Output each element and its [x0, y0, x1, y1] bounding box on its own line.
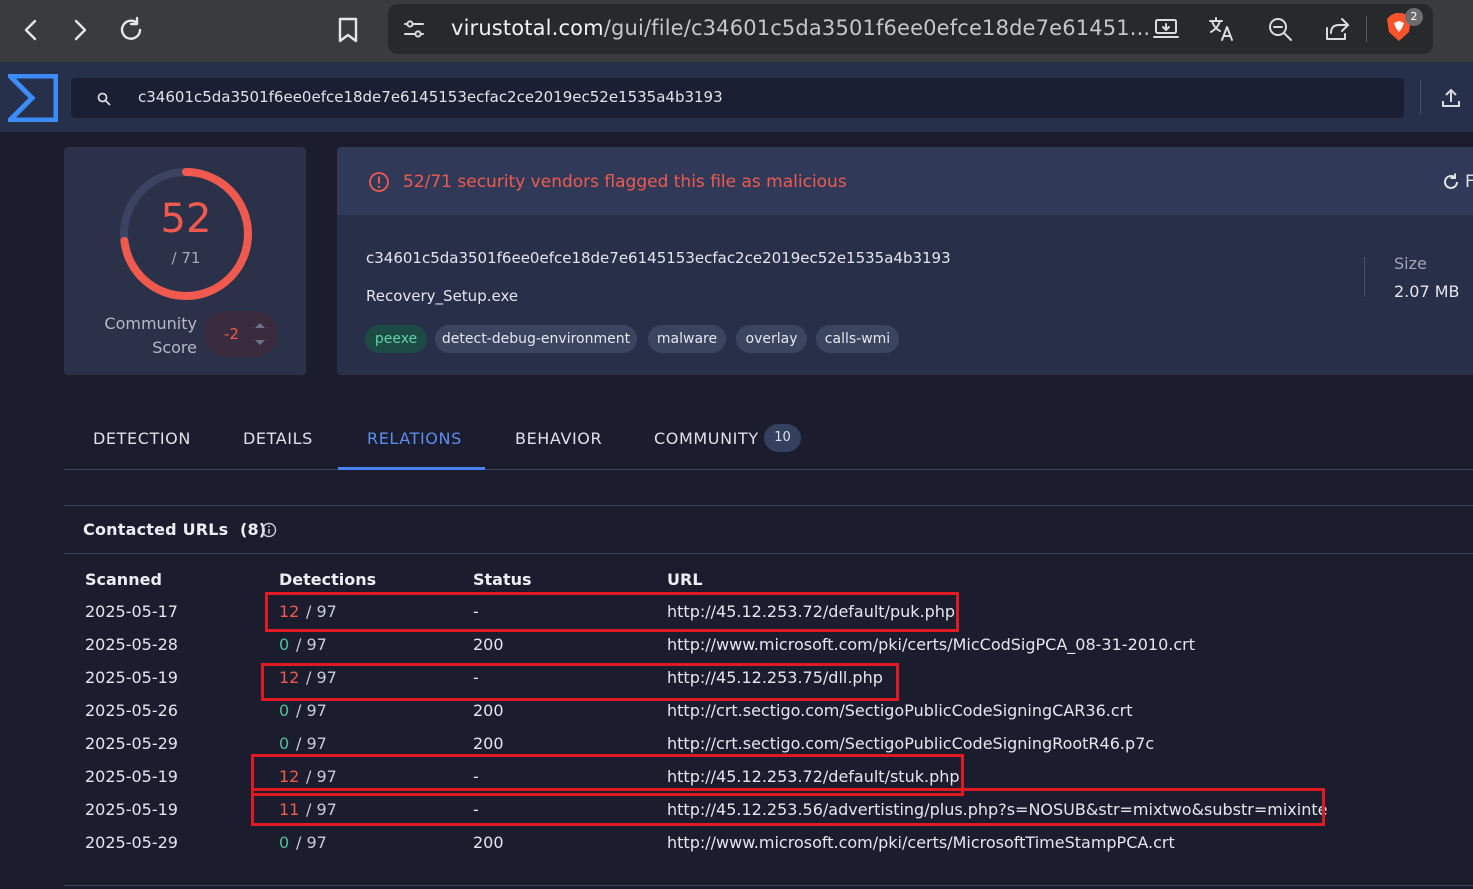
header-divider [1420, 80, 1421, 114]
address-divider [1366, 16, 1367, 42]
panel-bottom-divider [64, 885, 1473, 886]
cast-icon[interactable] [1152, 15, 1180, 43]
contacted-urls-title: Contacted URLs (8) [83, 520, 267, 539]
file-size-value: 2.07 MB [1394, 282, 1460, 301]
tab-relations[interactable]: RELATIONS [367, 429, 462, 448]
tab-community[interactable]: COMMUNITY [654, 429, 759, 448]
scanned-date: 2025-05-19 [85, 668, 178, 687]
community-count-badge: 10 [764, 424, 801, 452]
back-button[interactable] [11, 10, 51, 50]
file-hash: c34601c5da3501f6ee0efce18de7e6145153ecfa… [366, 249, 951, 267]
forward-button[interactable] [60, 10, 100, 50]
back-arrow-icon [24, 19, 37, 41]
tag-calls-wmi[interactable]: calls-wmi [816, 325, 899, 353]
reload-button[interactable] [111, 10, 151, 50]
tab-detection[interactable]: DETECTION [93, 429, 191, 448]
detection-total: / 71 [171, 249, 201, 267]
annotation-highlight [251, 788, 1325, 826]
tag-detect-debug-environment[interactable]: detect-debug-environment [435, 325, 637, 353]
search-input[interactable]: c34601c5da3501f6ee0efce18de7e6145153ecfa… [71, 78, 1404, 118]
detection-total: / 97 [296, 734, 327, 753]
translate-icon[interactable] [1208, 15, 1236, 43]
virustotal-logo-icon[interactable] [8, 74, 58, 122]
annotation-highlight [261, 663, 899, 701]
file-size-label: Size [1394, 254, 1427, 273]
vote-arrows-icon[interactable] [252, 318, 268, 350]
url-link[interactable]: http://crt.sectigo.com/SectigoPublicCode… [667, 701, 1133, 720]
info-icon[interactable] [261, 522, 277, 538]
alert-circle-icon [369, 172, 389, 192]
tabs-divider [64, 469, 1473, 470]
scanned-date: 2025-05-17 [85, 602, 178, 621]
url-link[interactable]: http://www.microsoft.com/pki/certs/Micro… [667, 833, 1175, 852]
site-settings-icon[interactable] [400, 15, 428, 43]
scanned-date: 2025-05-19 [85, 767, 178, 786]
malicious-alert-text: 52/71 security vendors flagged this file… [403, 172, 847, 192]
file-name: Recovery_Setup.exe [366, 287, 519, 305]
tag-peexe[interactable]: peexe [365, 325, 427, 353]
scanned-date: 2025-05-29 [85, 833, 178, 852]
scanned-date: 2025-05-28 [85, 635, 178, 654]
detection-total: / 97 [296, 833, 327, 852]
reload-icon [120, 16, 142, 40]
tab-details[interactable]: DETAILS [243, 429, 313, 448]
detection-count: 52 [160, 196, 212, 242]
bookmark-icon [338, 17, 358, 43]
brave-badge: 2 [1405, 8, 1423, 26]
status-code: 200 [473, 734, 504, 753]
scanned-date: 2025-05-19 [85, 800, 178, 819]
status-code: 200 [473, 635, 504, 654]
detection-count: 0 [279, 833, 290, 852]
reanalyze-icon[interactable] [1441, 172, 1461, 192]
detection-count: 0 [279, 734, 290, 753]
community-score-label: Community Score [104, 314, 197, 357]
upload-icon[interactable] [1440, 87, 1462, 109]
detection-total: / 97 [296, 635, 327, 654]
detection-count: 0 [279, 701, 290, 720]
reanalyze-label[interactable]: F [1465, 172, 1473, 192]
tab-behavior[interactable]: BEHAVIOR [515, 429, 602, 448]
column-header-status: Status [473, 570, 532, 589]
column-header-detections: Detections [279, 570, 377, 589]
column-header-url: URL [667, 570, 703, 589]
scanned-date: 2025-05-29 [85, 734, 178, 753]
panel-divider [64, 505, 1473, 506]
column-header-scanned: Scanned [85, 570, 162, 589]
share-icon[interactable] [1323, 15, 1351, 43]
forward-arrow-icon [74, 19, 87, 41]
address-bar[interactable]: virustotal.com/gui/file/c34601c5da3501f6… [388, 4, 1433, 54]
tag-overlay[interactable]: overlay [736, 325, 807, 353]
community-score-value: -2 [224, 325, 239, 343]
detection-total: / 97 [296, 701, 327, 720]
scanned-date: 2025-05-26 [85, 701, 178, 720]
url-link[interactable]: http://crt.sectigo.com/SectigoPublicCode… [667, 734, 1154, 753]
status-code: 200 [473, 833, 504, 852]
size-divider [1364, 257, 1365, 297]
address-url: virustotal.com/gui/file/c34601c5da3501f6… [451, 16, 1151, 40]
active-tab-indicator [338, 467, 485, 470]
annotation-highlight [265, 592, 959, 632]
zoom-icon[interactable] [1266, 15, 1294, 43]
search-icon [97, 92, 111, 106]
detection-count: 0 [279, 635, 290, 654]
panel-header-divider [64, 553, 1473, 554]
url-link[interactable]: http://www.microsoft.com/pki/certs/MicCo… [667, 635, 1195, 654]
tag-malware[interactable]: malware [648, 325, 726, 353]
status-code: 200 [473, 701, 504, 720]
search-value: c34601c5da3501f6ee0efce18de7e6145153ecfa… [138, 88, 723, 106]
bookmark-button[interactable] [328, 10, 368, 50]
